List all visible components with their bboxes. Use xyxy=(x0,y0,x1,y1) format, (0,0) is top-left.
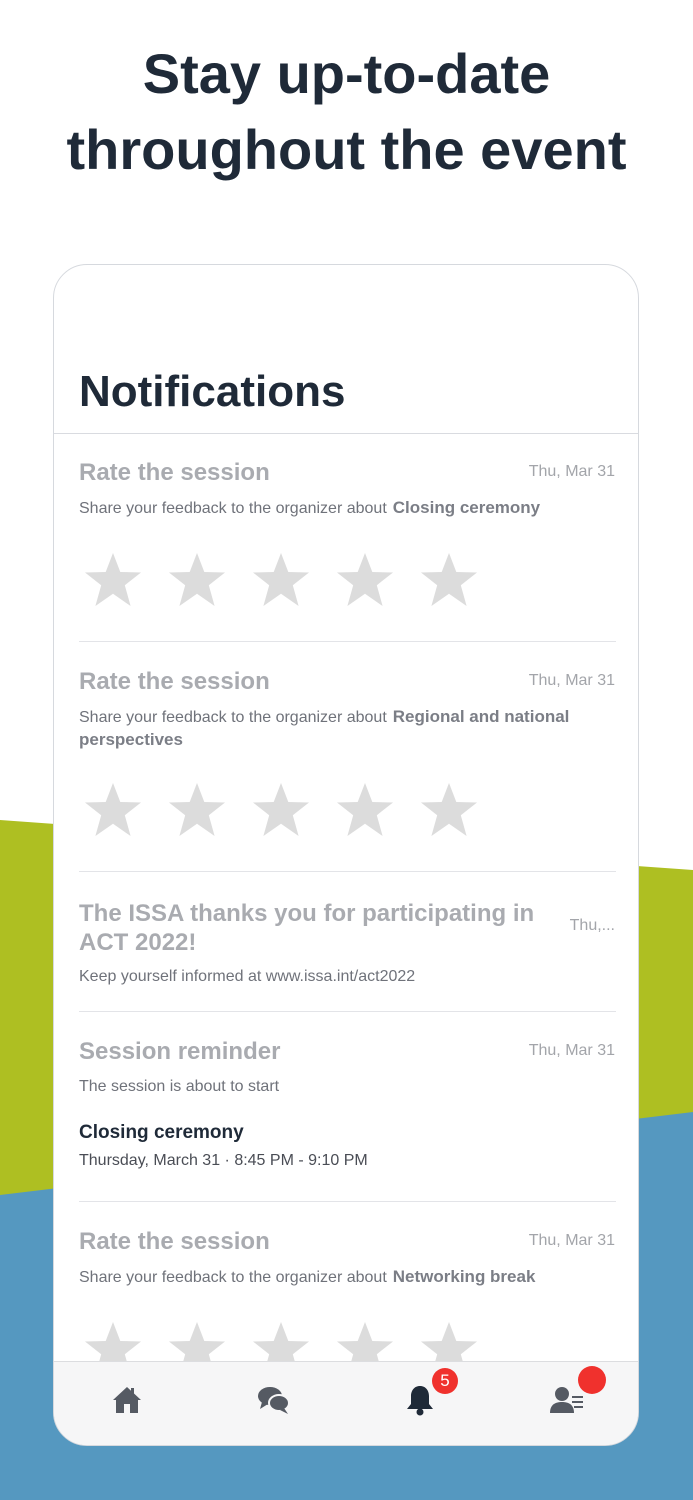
header-divider xyxy=(54,433,638,434)
session-name: Closing ceremony xyxy=(392,498,541,517)
star-icon[interactable] xyxy=(335,551,395,611)
notification-title: Rate the session xyxy=(79,668,270,695)
star-rating[interactable] xyxy=(83,781,479,841)
notification-rate-session-1[interactable]: Rate the session Thu, Mar 31 Share your … xyxy=(79,459,615,639)
notification-body: The session is about to start xyxy=(79,1078,280,1095)
dot-separator: · xyxy=(220,1152,235,1169)
notification-body: Share your feedback to the organizer abo… xyxy=(79,1266,615,1289)
notification-body-text: Share your feedback to the organizer abo… xyxy=(79,1269,387,1286)
notification-rate-session-2[interactable]: Rate the session Thu, Mar 31 Share your … xyxy=(79,668,615,868)
session-name: Networking break xyxy=(392,1267,536,1286)
notification-count-badge: 5 xyxy=(432,1368,458,1394)
notification-divider xyxy=(79,641,616,642)
phone-screen: Notifications Rate the session Thu, Mar … xyxy=(53,264,639,1446)
star-icon[interactable] xyxy=(419,551,479,611)
star-icon[interactable] xyxy=(419,781,479,841)
reminder-session-time: Thursday, March 31 · 8:45 PM - 9:10 PM xyxy=(79,1152,368,1170)
session-day: Thursday, March 31 xyxy=(79,1152,221,1169)
notification-date: Thu, Mar 31 xyxy=(528,1042,615,1059)
notification-date: Thu, Mar 31 xyxy=(528,1232,615,1249)
notification-divider xyxy=(79,871,616,872)
tab-chat[interactable] xyxy=(254,1380,294,1420)
tab-home[interactable] xyxy=(107,1380,147,1420)
notification-thanks[interactable]: The ISSA thanks you for participating in… xyxy=(79,899,615,1009)
notification-body-text: Share your feedback to the organizer abo… xyxy=(79,500,387,517)
headline-line-1: Stay up-to-date xyxy=(142,42,551,105)
star-rating[interactable] xyxy=(83,551,479,611)
chat-icon xyxy=(258,1387,290,1414)
notification-date: Thu, Mar 31 xyxy=(528,463,615,480)
reminder-session-name: Closing ceremony xyxy=(79,1122,244,1143)
star-icon[interactable] xyxy=(251,551,311,611)
notification-title: Session reminder xyxy=(79,1038,281,1065)
bell-icon xyxy=(407,1386,433,1416)
notification-divider xyxy=(79,1201,616,1202)
notification-date: Thu,... xyxy=(569,917,615,934)
notification-body-text: Share your feedback to the organizer abo… xyxy=(79,709,387,726)
star-icon[interactable] xyxy=(167,551,227,611)
headline-line-2: throughout the event xyxy=(66,118,627,181)
star-icon[interactable] xyxy=(83,551,143,611)
notification-title: Rate the session xyxy=(79,459,270,486)
notification-body: Keep yourself informed at www.issa.int/a… xyxy=(79,968,416,985)
notification-rate-session-3[interactable]: Rate the session Thu, Mar 31 Share your … xyxy=(79,1228,615,1375)
notification-title: The ISSA thanks you for participating in… xyxy=(79,900,535,956)
profile-icon xyxy=(550,1387,583,1413)
star-icon[interactable] xyxy=(83,781,143,841)
notification-session-reminder[interactable]: Session reminder Thu, Mar 31 The session… xyxy=(79,1038,615,1198)
session-time-range: 8:45 PM - 9:10 PM xyxy=(234,1152,368,1169)
notification-title: Rate the session xyxy=(79,1228,270,1255)
page-title: Notifications xyxy=(79,367,346,416)
headline: Stay up-to-date throughout the event xyxy=(0,36,693,188)
notification-body: Share your feedback to the organizer abo… xyxy=(79,497,615,520)
notification-body: Share your feedback to the organizer abo… xyxy=(79,706,615,752)
notification-divider xyxy=(79,1011,616,1012)
star-icon[interactable] xyxy=(251,781,311,841)
star-icon[interactable] xyxy=(167,781,227,841)
profile-alert-dot xyxy=(578,1366,606,1394)
home-icon xyxy=(113,1387,141,1413)
tab-bar: 5 xyxy=(54,1361,638,1445)
notification-date: Thu, Mar 31 xyxy=(528,672,615,689)
star-icon[interactable] xyxy=(335,781,395,841)
